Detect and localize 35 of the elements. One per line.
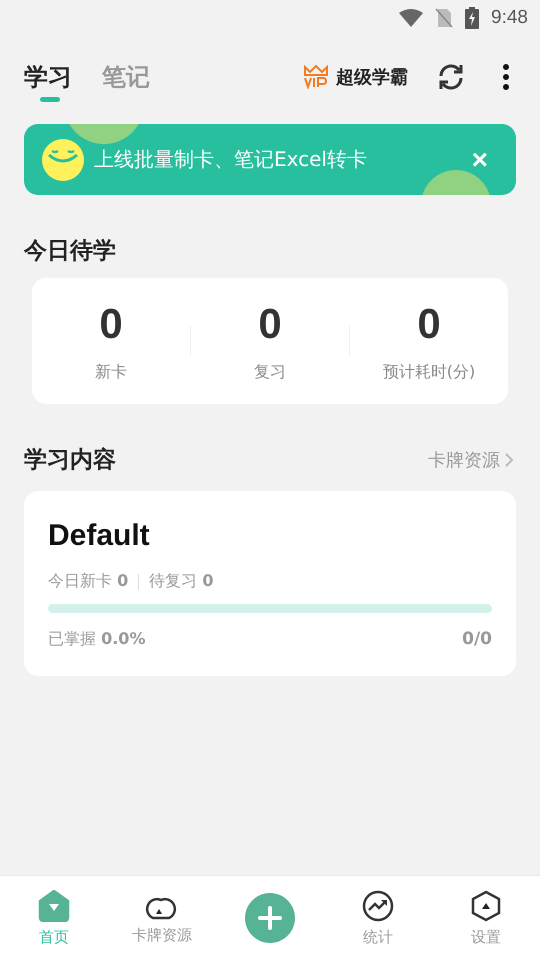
battery-icon xyxy=(465,7,480,29)
vip-label[interactable]: 超级学霸 xyxy=(336,65,408,89)
card-count: 0/0 xyxy=(462,629,492,650)
home-icon xyxy=(38,890,70,922)
stat-value: 0 xyxy=(99,300,123,348)
hexagon-icon xyxy=(471,890,501,922)
review-count: 待复习 0 xyxy=(149,571,214,592)
section-title: 今日待学 xyxy=(24,237,117,266)
announcement-banner[interactable]: 上线批量制卡、笔记Excel转卡 × xyxy=(24,124,516,195)
nav-tab[interactable]: 设置 xyxy=(436,890,536,946)
stat-value: 0 xyxy=(417,300,441,348)
crown-icon xyxy=(302,65,330,89)
deck-resources-link[interactable]: 卡牌资源 xyxy=(428,448,500,472)
nav-tab[interactable]: 卡牌资源 xyxy=(112,892,212,944)
nav-tab[interactable]: 统计 xyxy=(328,890,428,946)
mastered-text: 已掌握 0.0% xyxy=(48,629,146,650)
status-time: 9:48 xyxy=(491,7,528,29)
no-sim-icon xyxy=(435,8,454,28)
section-title: 学习内容 xyxy=(24,446,117,475)
close-button[interactable]: × xyxy=(462,144,498,176)
tab[interactable]: 学习 xyxy=(24,52,96,102)
trend-icon xyxy=(362,890,394,922)
stat-label: 复习 xyxy=(254,362,286,382)
deck-card[interactable]: Default 今日新卡 0 待复习 0 已掌握 0.0% 0/0 xyxy=(24,491,516,676)
stat-label: 新卡 xyxy=(95,362,127,382)
smiley-icon xyxy=(42,138,84,180)
stat-label: 预计耗时(分) xyxy=(382,362,476,382)
nav-tab[interactable]: 首页 xyxy=(4,890,104,946)
wifi-icon xyxy=(399,9,424,27)
more-icon[interactable] xyxy=(502,64,510,90)
stat-value: 0 xyxy=(258,300,282,348)
tab[interactable]: 笔记 xyxy=(102,52,174,102)
banner-text: 上线批量制卡、笔记Excel转卡 xyxy=(94,146,368,173)
new-cards-count: 今日新卡 0 xyxy=(48,571,128,592)
deck-name: Default xyxy=(48,519,151,553)
